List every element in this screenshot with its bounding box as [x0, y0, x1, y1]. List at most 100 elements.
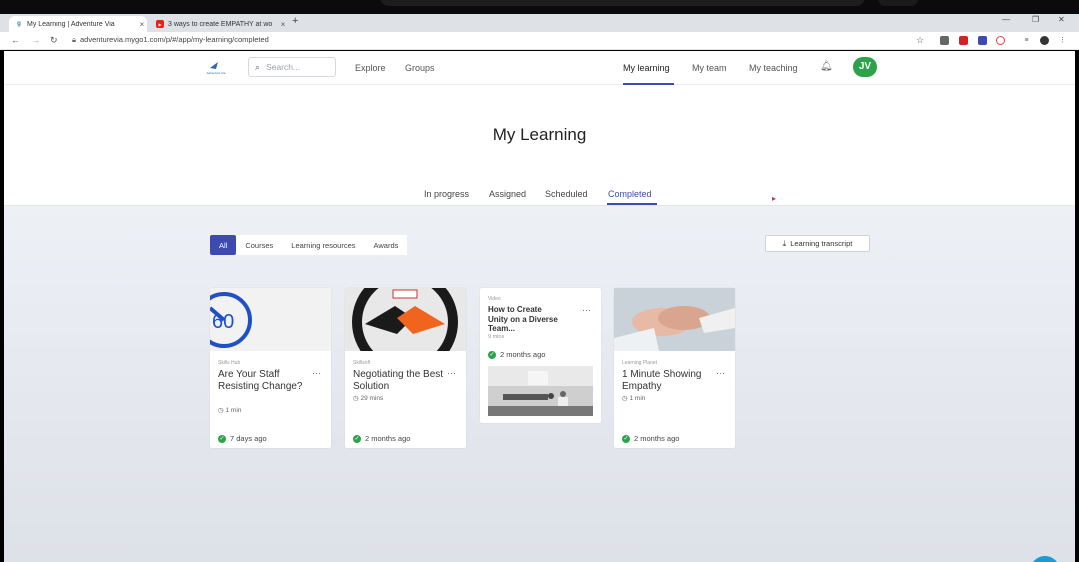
completed-status: ✓ 7 days ago [218, 434, 267, 443]
close-window-icon[interactable]: ✕ [1058, 15, 1065, 24]
restore-icon[interactable]: ❐ [1032, 15, 1039, 24]
new-tab-button[interactable]: + [292, 15, 298, 27]
url-field[interactable]: 🔒︎ adventurevia.mygo1.com/p/#/app/my-lear… [72, 35, 269, 45]
card-title[interactable]: Are Your Staff Resisting Change? [218, 369, 313, 392]
check-icon: ✓ [488, 350, 496, 359]
svg-text:60: 60 [212, 311, 234, 333]
tab-title: My Learning | Adventure Via [27, 20, 115, 28]
bell-icon[interactable]: 🔔︎ [820, 61, 833, 72]
filter-bar: All Courses Learning resources Awards [210, 235, 408, 255]
check-icon: ✓ [622, 434, 630, 443]
filter-learning-resources[interactable]: Learning resources [282, 235, 364, 255]
search-icon: ⌕ [255, 61, 261, 72]
card-title[interactable]: Negotiating the Best Solution [353, 369, 448, 392]
card-title[interactable]: How to Create Unity on a Diverse Team... [488, 305, 558, 334]
extension-red-icon[interactable] [959, 36, 968, 45]
card-provider: Skillsoft [353, 360, 371, 366]
completed-status: ✓ 2 months ago [353, 434, 410, 443]
top-pill [380, 0, 865, 6]
site-header: Adventure Via ⌕ Search... Explore Groups… [4, 51, 1075, 85]
logo[interactable]: Adventure Via [204, 59, 228, 75]
address-bar: ← → ↻ 🔒︎ adventurevia.mygo1.com/p/#/app/m… [0, 32, 1079, 50]
nav-groups[interactable]: Groups [405, 63, 435, 73]
extension-blue-icon[interactable] [978, 36, 987, 45]
filter-all[interactable]: All [210, 235, 237, 255]
learning-card[interactable]: Skillsoft ··· Negotiating the Best Solut… [345, 288, 466, 448]
tab-in-progress[interactable]: In progress [424, 189, 469, 199]
tab-assigned[interactable]: Assigned [489, 189, 526, 199]
completed-status: ✓ 2 months ago [622, 434, 679, 443]
check-icon: ✓ [218, 434, 226, 443]
tab-title: 3 ways to create EMPATHY at wo [168, 20, 273, 28]
site: Adventure Via ⌕ Search... Explore Groups… [4, 51, 1075, 562]
svg-text:Adventure Via: Adventure Via [207, 71, 226, 75]
more-options-icon[interactable]: ··· [447, 368, 456, 378]
card-duration: ◷ 1 min [622, 394, 645, 402]
completed-value: 7 days ago [230, 434, 267, 443]
completed-value: 2 months ago [500, 350, 546, 359]
nav-my-team[interactable]: My team [692, 63, 727, 73]
nav-my-learning[interactable]: My learning [623, 63, 670, 73]
completed-status: ✓ 2 months ago [488, 350, 545, 359]
forward-icon[interactable]: → [31, 35, 40, 45]
more-options-icon[interactable]: ··· [716, 368, 725, 378]
page-title: My Learning [492, 125, 587, 144]
completed-value: 2 months ago [634, 434, 680, 443]
screen-top-bar [0, 0, 1079, 14]
profile-icon[interactable] [1040, 36, 1049, 45]
minimize-icon[interactable]: — [1002, 15, 1010, 24]
reload-icon[interactable]: ↻ [50, 35, 58, 46]
learning-transcript-button[interactable]: ⤓ Learning transcript [765, 235, 870, 252]
browser-tab-my-learning[interactable]: g My Learning | Adventure Via × [9, 16, 147, 32]
extension-menu-icon[interactable]: ≡ [1022, 36, 1031, 45]
chrome-menu-icon[interactable]: ⋮ [1058, 36, 1067, 45]
tab-completed[interactable]: Completed [608, 189, 652, 199]
card-title[interactable]: 1 Minute Showing Empathy [622, 369, 717, 392]
avatar[interactable]: JV [853, 57, 877, 77]
cursor-icon: ▸ [772, 194, 777, 203]
back-icon[interactable]: ← [11, 35, 20, 45]
filter-courses[interactable]: Courses [236, 235, 282, 255]
card-provider: Video [488, 296, 501, 302]
nav-my-teaching[interactable]: My teaching [749, 63, 798, 73]
card-duration: 9 mins [488, 334, 505, 340]
card-duration: ◷ 1 min [218, 406, 241, 414]
card-duration-value: 29 mins [360, 395, 384, 402]
tab-scheduled[interactable]: Scheduled [545, 189, 588, 199]
search-input[interactable]: ⌕ Search... [248, 57, 336, 77]
close-tab-icon[interactable]: × [137, 20, 147, 29]
learning-card[interactable]: Learning Planet ··· 1 Minute Showing Emp… [614, 288, 735, 448]
card-provider: Skills Hub [218, 360, 241, 366]
search-placeholder: Search... [266, 62, 301, 72]
filter-awards[interactable]: Awards [365, 235, 408, 255]
card-thumbnail: 60 [210, 288, 331, 351]
card-thumbnail [488, 366, 593, 416]
top-dot [878, 0, 918, 6]
more-options-icon[interactable]: ··· [312, 368, 321, 378]
learning-card[interactable]: Video ··· How to Create Unity on a Diver… [480, 288, 601, 423]
extension-shield-icon[interactable] [940, 36, 949, 45]
browser-tabstrip: g My Learning | Adventure Via × ▶ 3 ways… [0, 14, 1079, 32]
nav-explore[interactable]: Explore [355, 63, 386, 73]
learning-card[interactable]: 60 Skills Hub ··· Are Your Staff Resisti… [210, 288, 331, 448]
content-area: All Courses Learning resources Awards ⤓ … [4, 205, 1075, 562]
youtube-icon: ▶ [156, 20, 164, 28]
download-icon: ⤓ [782, 238, 787, 248]
bookmark-star-icon[interactable]: ☆ [916, 35, 924, 46]
card-duration: ◷ 29 mins [353, 394, 383, 402]
card-thumbnail [614, 288, 735, 351]
card-provider: Learning Planet [622, 360, 658, 366]
card-thumbnail [345, 288, 466, 351]
close-tab-icon[interactable]: × [278, 20, 288, 29]
completed-value: 2 months ago [365, 434, 411, 443]
extension-circle-icon[interactable] [996, 36, 1005, 45]
go1-icon: g [17, 21, 21, 27]
more-options-icon[interactable]: ··· [582, 305, 591, 315]
card-duration-value: 1 min [225, 407, 242, 414]
lock-icon: 🔒︎ [72, 35, 76, 44]
card-duration-value: 1 min [629, 395, 646, 402]
browser-tab-youtube[interactable]: ▶ 3 ways to create EMPATHY at wo × [150, 16, 288, 32]
url-text: adventurevia.mygo1.com/p/#/app/my-learni… [80, 35, 269, 44]
check-icon: ✓ [353, 434, 361, 443]
transcript-label: Learning transcript [790, 239, 853, 248]
